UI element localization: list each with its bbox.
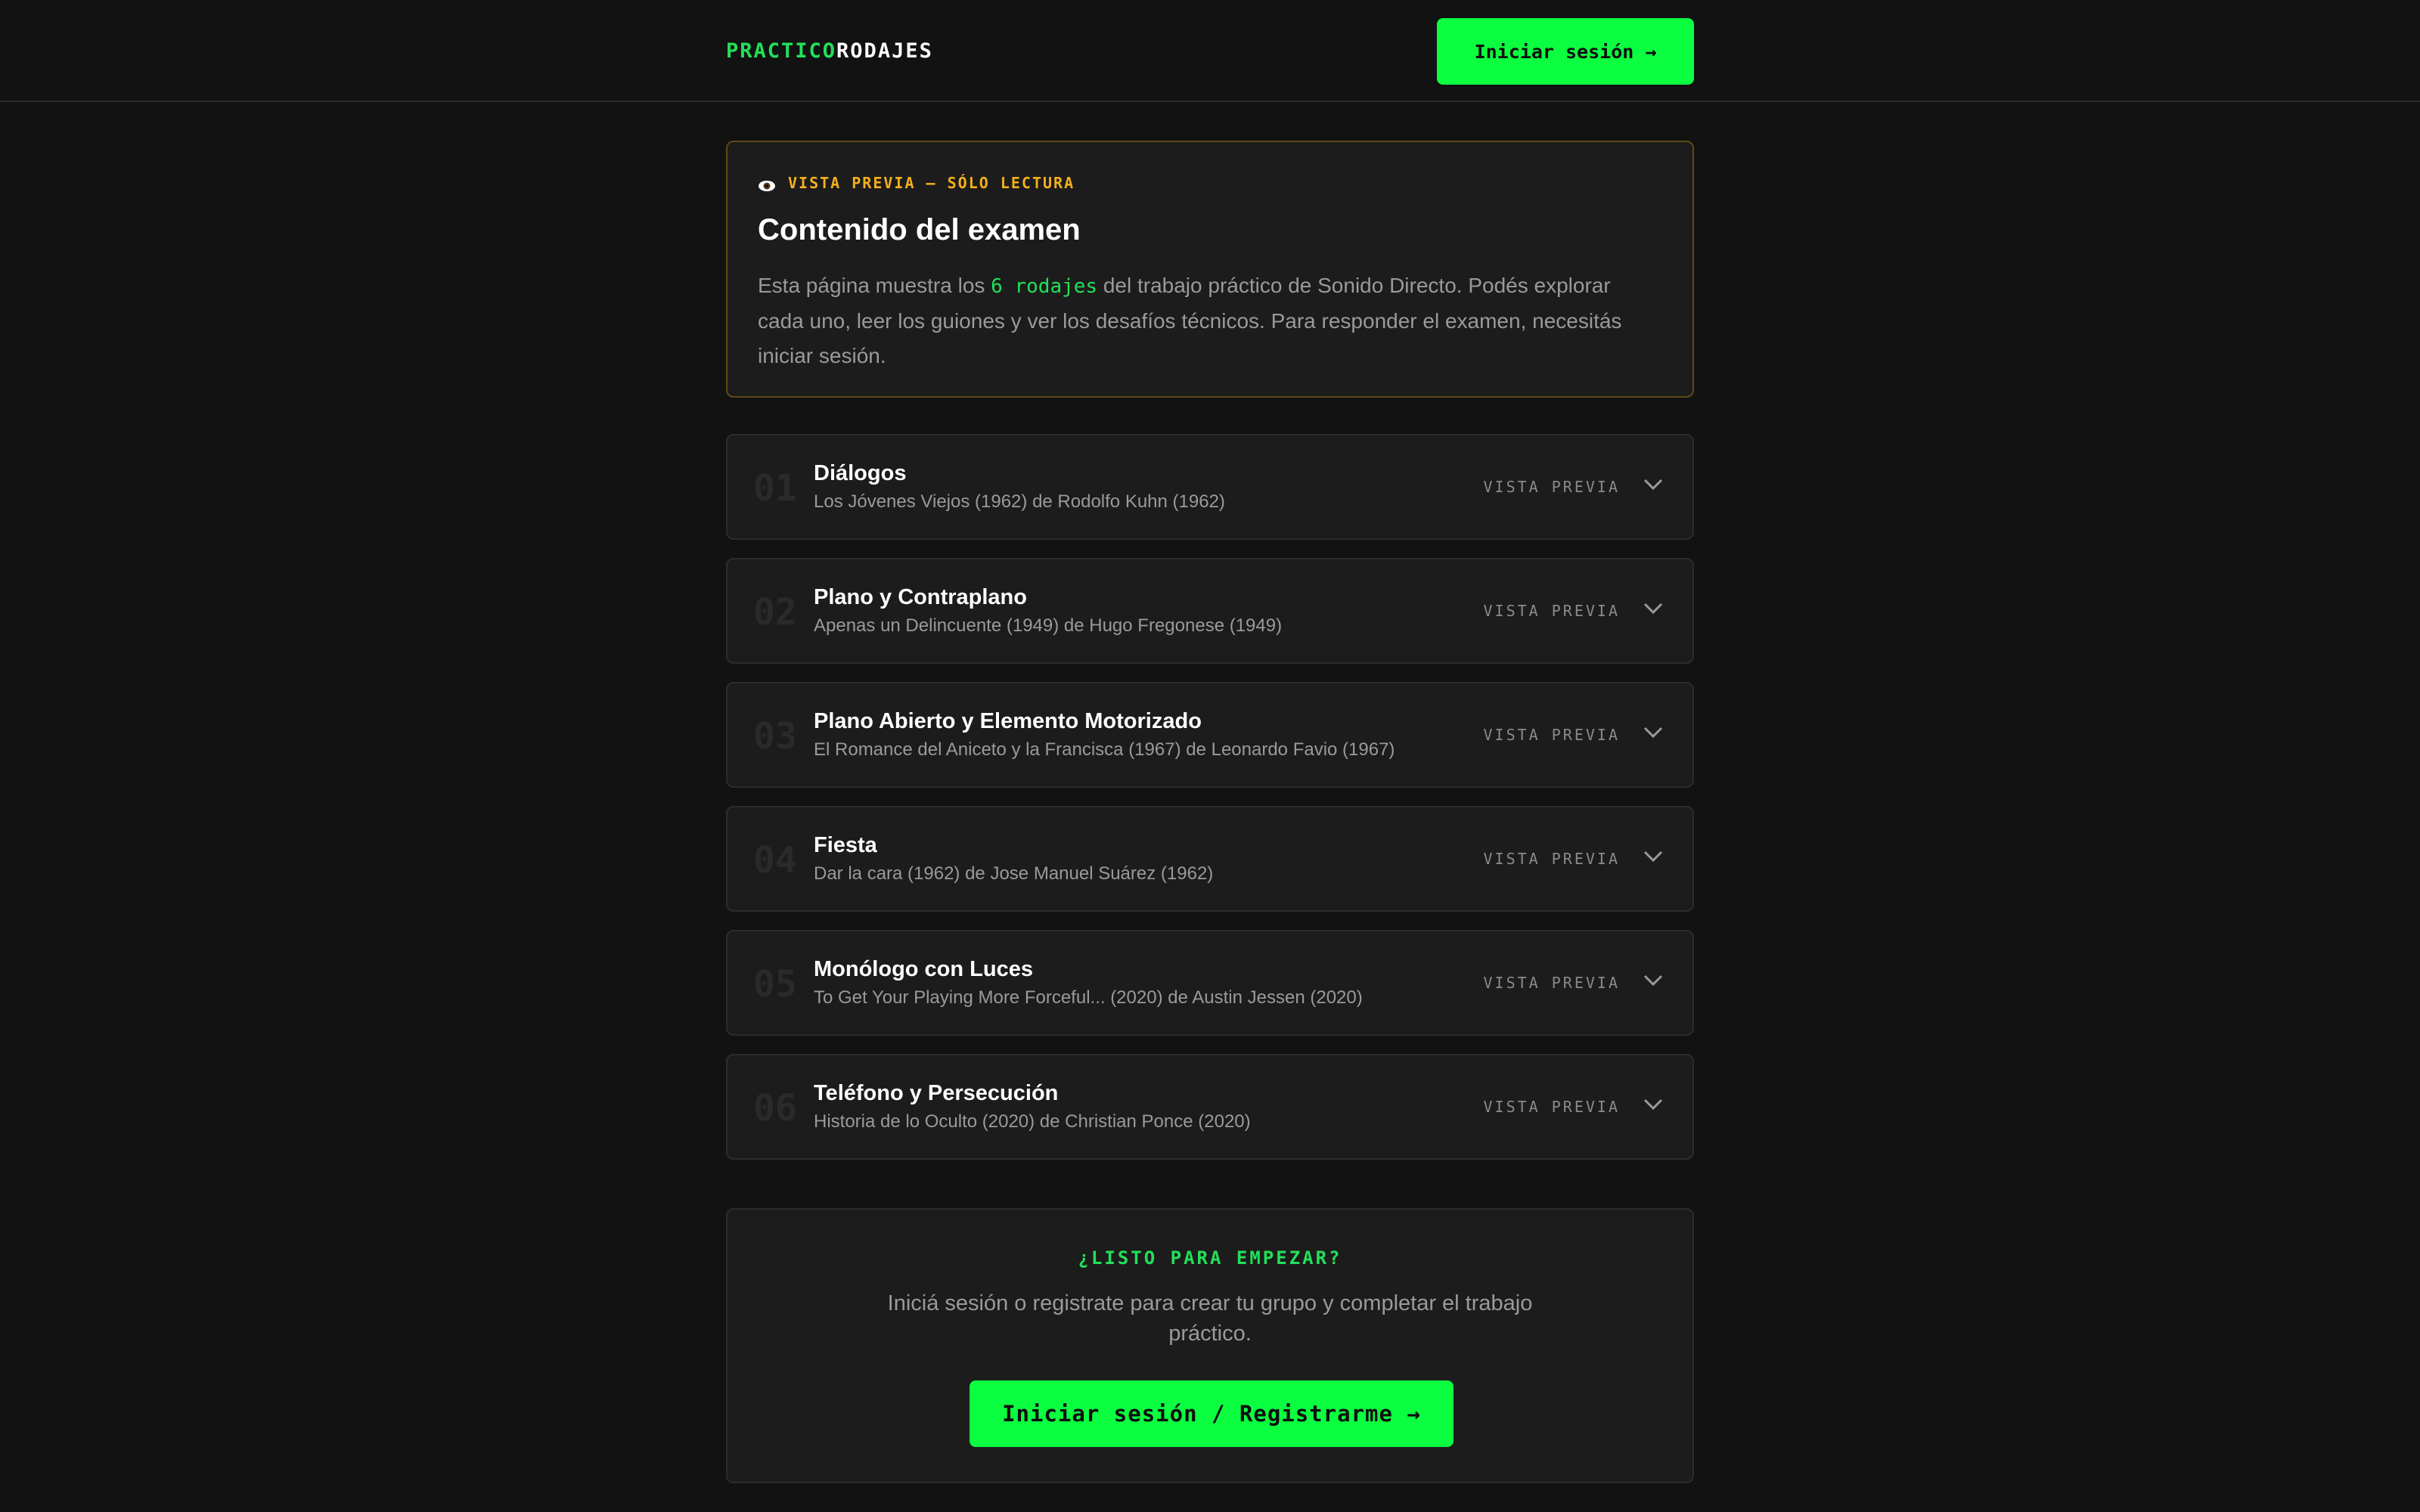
chevron-down-icon[interactable] [1641, 1092, 1665, 1116]
chevron-down-icon[interactable] [1641, 596, 1665, 620]
item-subtitle: To Get Your Playing More Forceful... (20… [814, 987, 1363, 1008]
rodaje-item-05[interactable]: 05 Monólogo con Luces To Get Your Playin… [726, 930, 1694, 1036]
chevron-down-icon[interactable] [1641, 720, 1665, 744]
login-register-button[interactable]: Iniciar sesión / Registrarme → [970, 1380, 1454, 1447]
top-bar: PRACTICORODAJES Iniciar sesión → [0, 0, 2420, 102]
item-preview-tag: VISTA PREVIA [1483, 478, 1620, 496]
chevron-down-icon[interactable] [1641, 472, 1665, 496]
chevron-down-icon[interactable] [1641, 968, 1665, 992]
item-number: 04 [753, 839, 797, 881]
description-text-start: Esta página muestra los [758, 274, 991, 297]
preview-tag: VISTA PREVIA — SÓLO LECTURA [758, 172, 1662, 194]
rodaje-item-06[interactable]: 06 Teléfono y Persecución Historia de lo… [726, 1054, 1694, 1160]
item-title: Plano Abierto y Elemento Motorizado [814, 709, 1202, 733]
item-subtitle: Dar la cara (1962) de Jose Manuel Suárez… [814, 863, 1214, 884]
login-button[interactable]: Iniciar sesión → [1437, 18, 1694, 85]
item-title: Fiesta [814, 833, 877, 857]
item-number: 03 [753, 715, 797, 758]
chevron-down-icon[interactable] [1641, 844, 1665, 868]
item-subtitle: Los Jóvenes Viejos (1962) de Rodolfo Kuh… [814, 491, 1225, 512]
item-title: Plano y Contraplano [814, 585, 1027, 609]
item-subtitle: El Romance del Aniceto y la Francisca (1… [814, 739, 1395, 760]
preview-description: Esta página muestra los 6 rodajes del tr… [758, 268, 1627, 373]
item-title: Teléfono y Persecución [814, 1081, 1059, 1105]
item-preview-tag: VISTA PREVIA [1483, 974, 1620, 992]
logo[interactable]: PRACTICORODAJES [726, 39, 933, 63]
rodaje-item-02[interactable]: 02 Plano y Contraplano Apenas un Delincu… [726, 558, 1694, 664]
cta-kicker: ¿LISTO PARA EMPEZAR? [1078, 1247, 1342, 1269]
rodaje-item-04[interactable]: 04 Fiesta Dar la cara (1962) de Jose Man… [726, 806, 1694, 912]
preview-notice: VISTA PREVIA — SÓLO LECTURA Contenido de… [726, 141, 1694, 398]
rodaje-item-01[interactable]: 01 Diálogos Los Jóvenes Viejos (1962) de… [726, 434, 1694, 540]
item-title: Monólogo con Luces [814, 957, 1033, 981]
item-title: Diálogos [814, 461, 907, 485]
item-number: 05 [753, 963, 797, 1005]
item-number: 01 [753, 467, 797, 510]
item-subtitle: Historia de lo Oculto (2020) de Christia… [814, 1111, 1251, 1132]
preview-tag-label: VISTA PREVIA — SÓLO LECTURA [788, 174, 1075, 192]
item-subtitle: Apenas un Delincuente (1949) de Hugo Fre… [814, 615, 1283, 636]
item-preview-tag: VISTA PREVIA [1483, 1098, 1620, 1116]
item-preview-tag: VISTA PREVIA [1483, 850, 1620, 868]
logo-part-practico: PRACTICO [726, 39, 837, 63]
item-preview-tag: VISTA PREVIA [1483, 602, 1620, 620]
item-number: 06 [753, 1087, 797, 1129]
cta-card: ¿LISTO PARA EMPEZAR? Iniciá sesión o reg… [726, 1208, 1694, 1483]
logo-part-rodajes: RODAJES [836, 39, 933, 63]
eye-icon [758, 178, 776, 191]
page-title: Contenido del examen [758, 213, 1081, 246]
cta-text: Iniciá sesión o registrate para crear tu… [887, 1291, 1533, 1346]
item-number: 02 [753, 591, 797, 634]
rodaje-item-03[interactable]: 03 Plano Abierto y Elemento Motorizado E… [726, 682, 1694, 788]
item-preview-tag: VISTA PREVIA [1483, 726, 1620, 744]
rodajes-count: 6 rodajes [991, 275, 1098, 298]
